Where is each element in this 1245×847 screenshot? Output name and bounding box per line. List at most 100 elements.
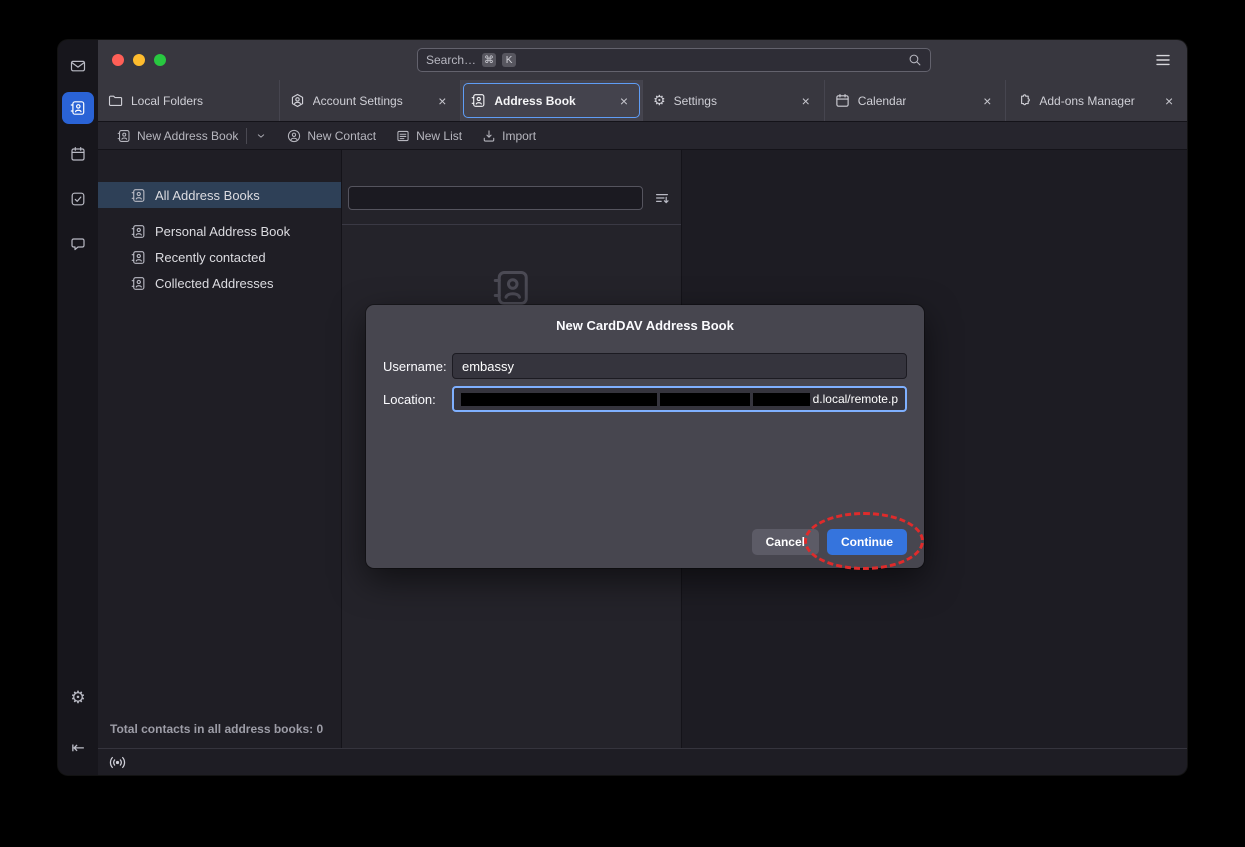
global-search-field[interactable]: Search… ⌘ K [417, 48, 931, 72]
tab-label: Account Settings [313, 94, 403, 108]
contacts-search-row [348, 186, 673, 210]
tab-addons-manager[interactable]: Add-ons Manager × [1006, 80, 1187, 121]
empty-address-book-icon [492, 268, 532, 308]
address-book-item-collected[interactable]: Collected Addresses [98, 270, 341, 296]
redaction-bar [461, 393, 657, 406]
username-label: Username: [383, 359, 452, 374]
tab-account-settings[interactable]: Account Settings × [280, 80, 462, 121]
tab-address-book[interactable]: Address Book × [461, 80, 643, 121]
collapse-spaces-button[interactable]: ⇤ [64, 734, 92, 762]
space-chat-button[interactable] [64, 230, 92, 258]
tab-bar: Local Folders Account Settings × Address… [98, 80, 1187, 122]
address-book-icon [131, 250, 146, 265]
username-input[interactable] [452, 353, 907, 379]
address-book-toolbar: New Address Book New Contact New List Im… [98, 122, 1187, 150]
new-address-book-button[interactable]: New Address Book [110, 125, 274, 147]
spaces-settings-button[interactable]: ⚙ [64, 684, 92, 712]
split-button-divider [246, 128, 247, 144]
address-book-icon [70, 100, 86, 116]
new-contact-button[interactable]: New Contact [280, 126, 383, 146]
tab-label: Add-ons Manager [1039, 94, 1134, 108]
close-window-button[interactable] [112, 54, 124, 66]
tasks-icon [70, 191, 86, 207]
chevron-down-icon[interactable] [255, 130, 267, 142]
address-book-item-label: Collected Addresses [155, 276, 274, 291]
search-icon [908, 53, 922, 67]
tab-label: Settings [674, 94, 717, 108]
address-book-item-label: Recently contacted [155, 250, 266, 265]
new-list-icon [396, 129, 410, 143]
address-book-item-personal[interactable]: Personal Address Book [98, 218, 341, 244]
location-visible-text: d.local/remote.p [813, 392, 898, 406]
cancel-button[interactable]: Cancel [752, 529, 819, 555]
k-keycap: K [502, 53, 516, 67]
space-address-book-button[interactable] [62, 92, 94, 124]
pane-separator [342, 224, 681, 225]
title-bar: Search… ⌘ K [98, 40, 1187, 80]
space-mail-button[interactable] [64, 52, 92, 80]
new-contact-label: New Contact [307, 129, 376, 143]
screen-background: ⚙ ⇤ Search… ⌘ K [0, 0, 1245, 847]
import-icon [482, 129, 496, 143]
address-book-icon [131, 188, 146, 203]
import-label: Import [502, 129, 536, 143]
continue-button[interactable]: Continue [827, 529, 907, 555]
command-keycap: ⌘ [482, 53, 496, 67]
status-bar [98, 748, 1187, 775]
redaction-bar [753, 393, 810, 406]
mail-icon [70, 58, 86, 74]
space-calendar-button[interactable] [64, 140, 92, 168]
app-menu-icon[interactable] [1155, 52, 1171, 68]
close-tab-icon[interactable]: × [1161, 93, 1177, 109]
tab-local-folders[interactable]: Local Folders [98, 80, 280, 121]
calendar-icon [70, 146, 86, 162]
new-list-label: New List [416, 129, 462, 143]
addons-icon [1016, 93, 1031, 108]
network-status-icon[interactable] [109, 754, 126, 771]
thunderbird-window: ⚙ ⇤ Search… ⌘ K [58, 40, 1187, 775]
new-list-button[interactable]: New List [389, 126, 469, 146]
close-tab-icon[interactable]: × [434, 93, 450, 109]
username-row: Username: [383, 353, 907, 379]
display-options-icon [654, 190, 670, 206]
address-book-icon [117, 129, 131, 143]
space-tasks-button[interactable] [64, 185, 92, 213]
contacts-search-input[interactable] [348, 186, 643, 210]
address-book-item-label: All Address Books [155, 188, 260, 203]
close-tab-icon[interactable]: × [798, 93, 814, 109]
location-input[interactable]: d.local/remote.p [452, 386, 907, 412]
address-book-item-all[interactable]: All Address Books [98, 182, 341, 208]
display-options-button[interactable] [651, 187, 673, 209]
gear-icon: ⚙ [653, 93, 666, 109]
tab-calendar[interactable]: Calendar × [825, 80, 1007, 121]
tab-label: Local Folders [131, 94, 203, 108]
minimize-window-button[interactable] [133, 54, 145, 66]
address-book-item-label: Personal Address Book [155, 224, 290, 239]
folder-icon [108, 93, 123, 108]
gear-icon: ⚙ [70, 690, 85, 707]
dialog-title: New CardDAV Address Book [366, 318, 924, 333]
location-row: Location: d.local/remote.p [383, 386, 907, 412]
redaction-bar [660, 393, 750, 406]
zoom-window-button[interactable] [154, 54, 166, 66]
import-button[interactable]: Import [475, 126, 543, 146]
window-controls [112, 54, 166, 66]
location-label: Location: [383, 392, 452, 407]
tab-label: Calendar [858, 94, 907, 108]
account-settings-icon [290, 93, 305, 108]
address-book-icon [131, 224, 146, 239]
address-book-icon [471, 93, 486, 108]
collapse-icon: ⇤ [71, 740, 84, 756]
close-tab-icon[interactable]: × [979, 93, 995, 109]
spaces-toolbar: ⚙ ⇤ [58, 40, 98, 775]
total-contacts-status: Total contacts in all address books: 0 [98, 712, 341, 748]
close-tab-icon[interactable]: × [616, 93, 632, 109]
new-contact-icon [287, 129, 301, 143]
address-book-item-recent[interactable]: Recently contacted [98, 244, 341, 270]
tab-settings[interactable]: ⚙ Settings × [643, 80, 825, 121]
new-address-book-label: New Address Book [137, 129, 238, 143]
dialog-buttons: Cancel Continue [752, 529, 907, 555]
new-carddav-dialog: New CardDAV Address Book Username: Locat… [366, 305, 924, 568]
list-spacer [98, 208, 341, 218]
address-book-icon [131, 276, 146, 291]
